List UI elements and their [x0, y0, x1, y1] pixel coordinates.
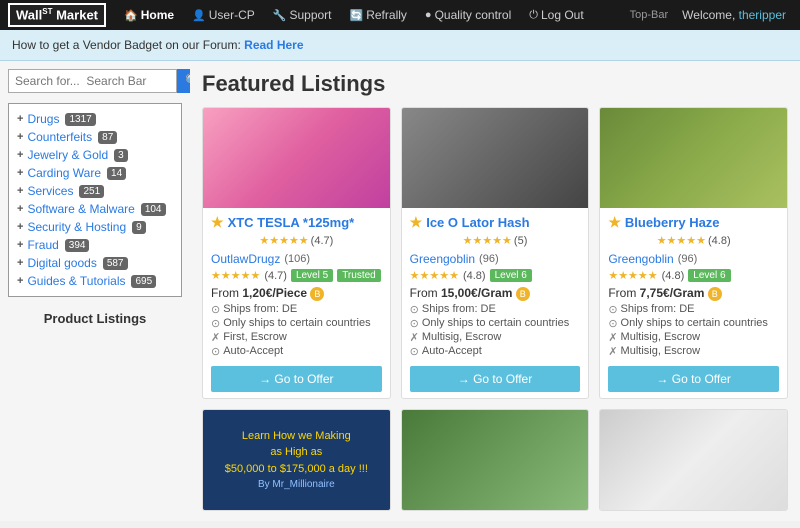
- category-counterfeits[interactable]: + Counterfeits 87: [17, 128, 173, 146]
- level-badge-2: Level 6: [490, 269, 532, 282]
- escrow-icon-2: B: [516, 287, 530, 301]
- main-layout: 🔍 + Drugs 1317 + Counterfeits 87 + Jewel…: [0, 61, 800, 521]
- ship-to-icon-3: ⊙: [608, 317, 617, 330]
- listing-title-3: ★ Blueberry Haze: [608, 214, 779, 231]
- user-icon: 👤: [192, 9, 206, 22]
- vendor-row-3: Greengoblin (96): [608, 252, 779, 266]
- refrally-icon: 🔄: [350, 9, 364, 22]
- star-icon-3: ★: [608, 214, 621, 231]
- escrow1-icon: ✗: [211, 331, 220, 344]
- accept-icon-3: ✗: [608, 345, 617, 358]
- stars-row-2: ★★★★★ (5): [410, 234, 581, 247]
- nav-support[interactable]: 🔧 Support: [265, 4, 340, 26]
- level-badge-3: Level 6: [688, 269, 730, 282]
- username: theripper: [739, 8, 786, 22]
- level-badge-1: Level 5: [291, 269, 333, 282]
- escrow1-icon-2: ✗: [410, 331, 419, 344]
- listing-title-1: ★ XTC TESLA *125mg*: [211, 214, 382, 231]
- escrow-icon-1: B: [310, 287, 324, 301]
- listing-card-1: ★ XTC TESLA *125mg* ★★★★★ (4.7) OutlawDr…: [202, 107, 391, 399]
- vendor-link-1[interactable]: OutlawDrugz: [211, 252, 280, 266]
- go-to-offer-2[interactable]: → Go to Offer: [410, 366, 581, 392]
- listing-card-4: Learn How we Making as High as $50,000 t…: [202, 409, 391, 511]
- site-logo[interactable]: WallST Market: [8, 3, 106, 26]
- listing-image-ad[interactable]: Learn How we Making as High as $50,000 t…: [203, 410, 390, 510]
- featured-title: Featured Listings: [202, 71, 788, 97]
- category-jewelry[interactable]: + Jewelry & Gold 3: [17, 146, 173, 164]
- price-1: From 1,20€/Piece B: [211, 286, 382, 301]
- vendor-row-1: OutlawDrugz (106): [211, 252, 382, 266]
- stars-row-1: ★★★★★ (4.7): [211, 234, 382, 247]
- vendor-link-2[interactable]: Greengoblin: [410, 252, 475, 266]
- support-icon: 🔧: [273, 9, 287, 22]
- nav-logout[interactable]: ⏻ Log Out: [521, 4, 591, 26]
- category-security[interactable]: + Security & Hosting 9: [17, 218, 173, 236]
- read-here-link[interactable]: Read Here: [244, 38, 303, 52]
- ship-to-icon-2: ⊙: [410, 317, 419, 330]
- listing-card-6: [599, 409, 788, 511]
- category-carding[interactable]: + Carding Ware 14: [17, 164, 173, 182]
- category-guides[interactable]: + Guides & Tutorials 695: [17, 272, 173, 290]
- category-drugs[interactable]: + Drugs 1317: [17, 110, 173, 128]
- escrow-icon-3: B: [708, 287, 722, 301]
- topbar-label: Top-Bar: [630, 9, 679, 21]
- content-area: Featured Listings ★ XTC TESLA *125mg* ★★…: [190, 61, 800, 521]
- listing-card-3: ★ Blueberry Haze ★★★★★ (4.8) Greengoblin…: [599, 107, 788, 399]
- nav-home[interactable]: 🏠 Home: [116, 4, 182, 26]
- vendor-row-2: Greengoblin (96): [410, 252, 581, 266]
- top-bar: WallST Market 🏠 Home 👤 User-CP 🔧 Support…: [0, 0, 800, 30]
- ship-to-icon: ⊙: [211, 317, 220, 330]
- category-services[interactable]: + Services 251: [17, 182, 173, 200]
- logout-icon: ⏻: [529, 9, 538, 22]
- trusted-badge-1: Trusted: [337, 269, 381, 282]
- listing-image-5: [402, 410, 589, 510]
- welcome-text: Welcome, theripper: [682, 8, 792, 22]
- accept-icon: ⊙: [211, 345, 220, 358]
- ship-icon-3: ⊙: [608, 303, 617, 316]
- sidebar: 🔍 + Drugs 1317 + Counterfeits 87 + Jewel…: [0, 61, 190, 521]
- listing-card-5: [401, 409, 590, 511]
- category-fraud[interactable]: + Fraud 394: [17, 236, 173, 254]
- listing-card-2: ★ Ice O Lator Hash ★★★★★ (5) Greengoblin…: [401, 107, 590, 399]
- price-2: From 15,00€/Gram B: [410, 286, 581, 301]
- nav-user-cp[interactable]: 👤 User-CP: [184, 4, 263, 26]
- ad-text: Learn How we Making as High as $50,000 t…: [225, 428, 368, 493]
- vendor-banner: How to get a Vendor Badget on our Forum:…: [0, 30, 800, 61]
- listings-grid: ★ XTC TESLA *125mg* ★★★★★ (4.7) OutlawDr…: [202, 107, 788, 511]
- category-box: + Drugs 1317 + Counterfeits 87 + Jewelry…: [8, 103, 182, 297]
- listing-image-1: [203, 108, 390, 208]
- vendor-link-3[interactable]: Greengoblin: [608, 252, 673, 266]
- escrow1-icon-3: ✗: [608, 331, 617, 344]
- nav-menu: 🏠 Home 👤 User-CP 🔧 Support 🔄 Refrally ● …: [116, 4, 626, 26]
- ship-icon-2: ⊙: [410, 303, 419, 316]
- listing-title-2: ★ Ice O Lator Hash: [410, 214, 581, 231]
- stars-row-3: ★★★★★ (4.8): [608, 234, 779, 247]
- ship-icon: ⊙: [211, 303, 220, 316]
- category-digital[interactable]: + Digital goods 587: [17, 254, 173, 272]
- quality-icon: ●: [425, 9, 432, 21]
- listing-image-6: [600, 410, 787, 510]
- nav-refrally[interactable]: 🔄 Refrally: [342, 4, 415, 26]
- home-icon: 🏠: [124, 9, 138, 22]
- search-input[interactable]: [8, 69, 177, 93]
- go-to-offer-3[interactable]: → Go to Offer: [608, 366, 779, 392]
- star-icon: ★: [211, 214, 224, 231]
- nav-quality-control[interactable]: ● Quality control: [417, 4, 519, 26]
- search-container: 🔍: [8, 69, 182, 93]
- go-to-offer-1[interactable]: → Go to Offer: [211, 366, 382, 392]
- category-software[interactable]: + Software & Malware 104: [17, 200, 173, 218]
- listing-image-2: [402, 108, 589, 208]
- star-icon-2: ★: [410, 214, 423, 231]
- listing-image-3: [600, 108, 787, 208]
- product-listings-label: Product Listings: [8, 307, 182, 330]
- price-3: From 7,75€/Gram B: [608, 286, 779, 301]
- accept-icon-2: ⊙: [410, 345, 419, 358]
